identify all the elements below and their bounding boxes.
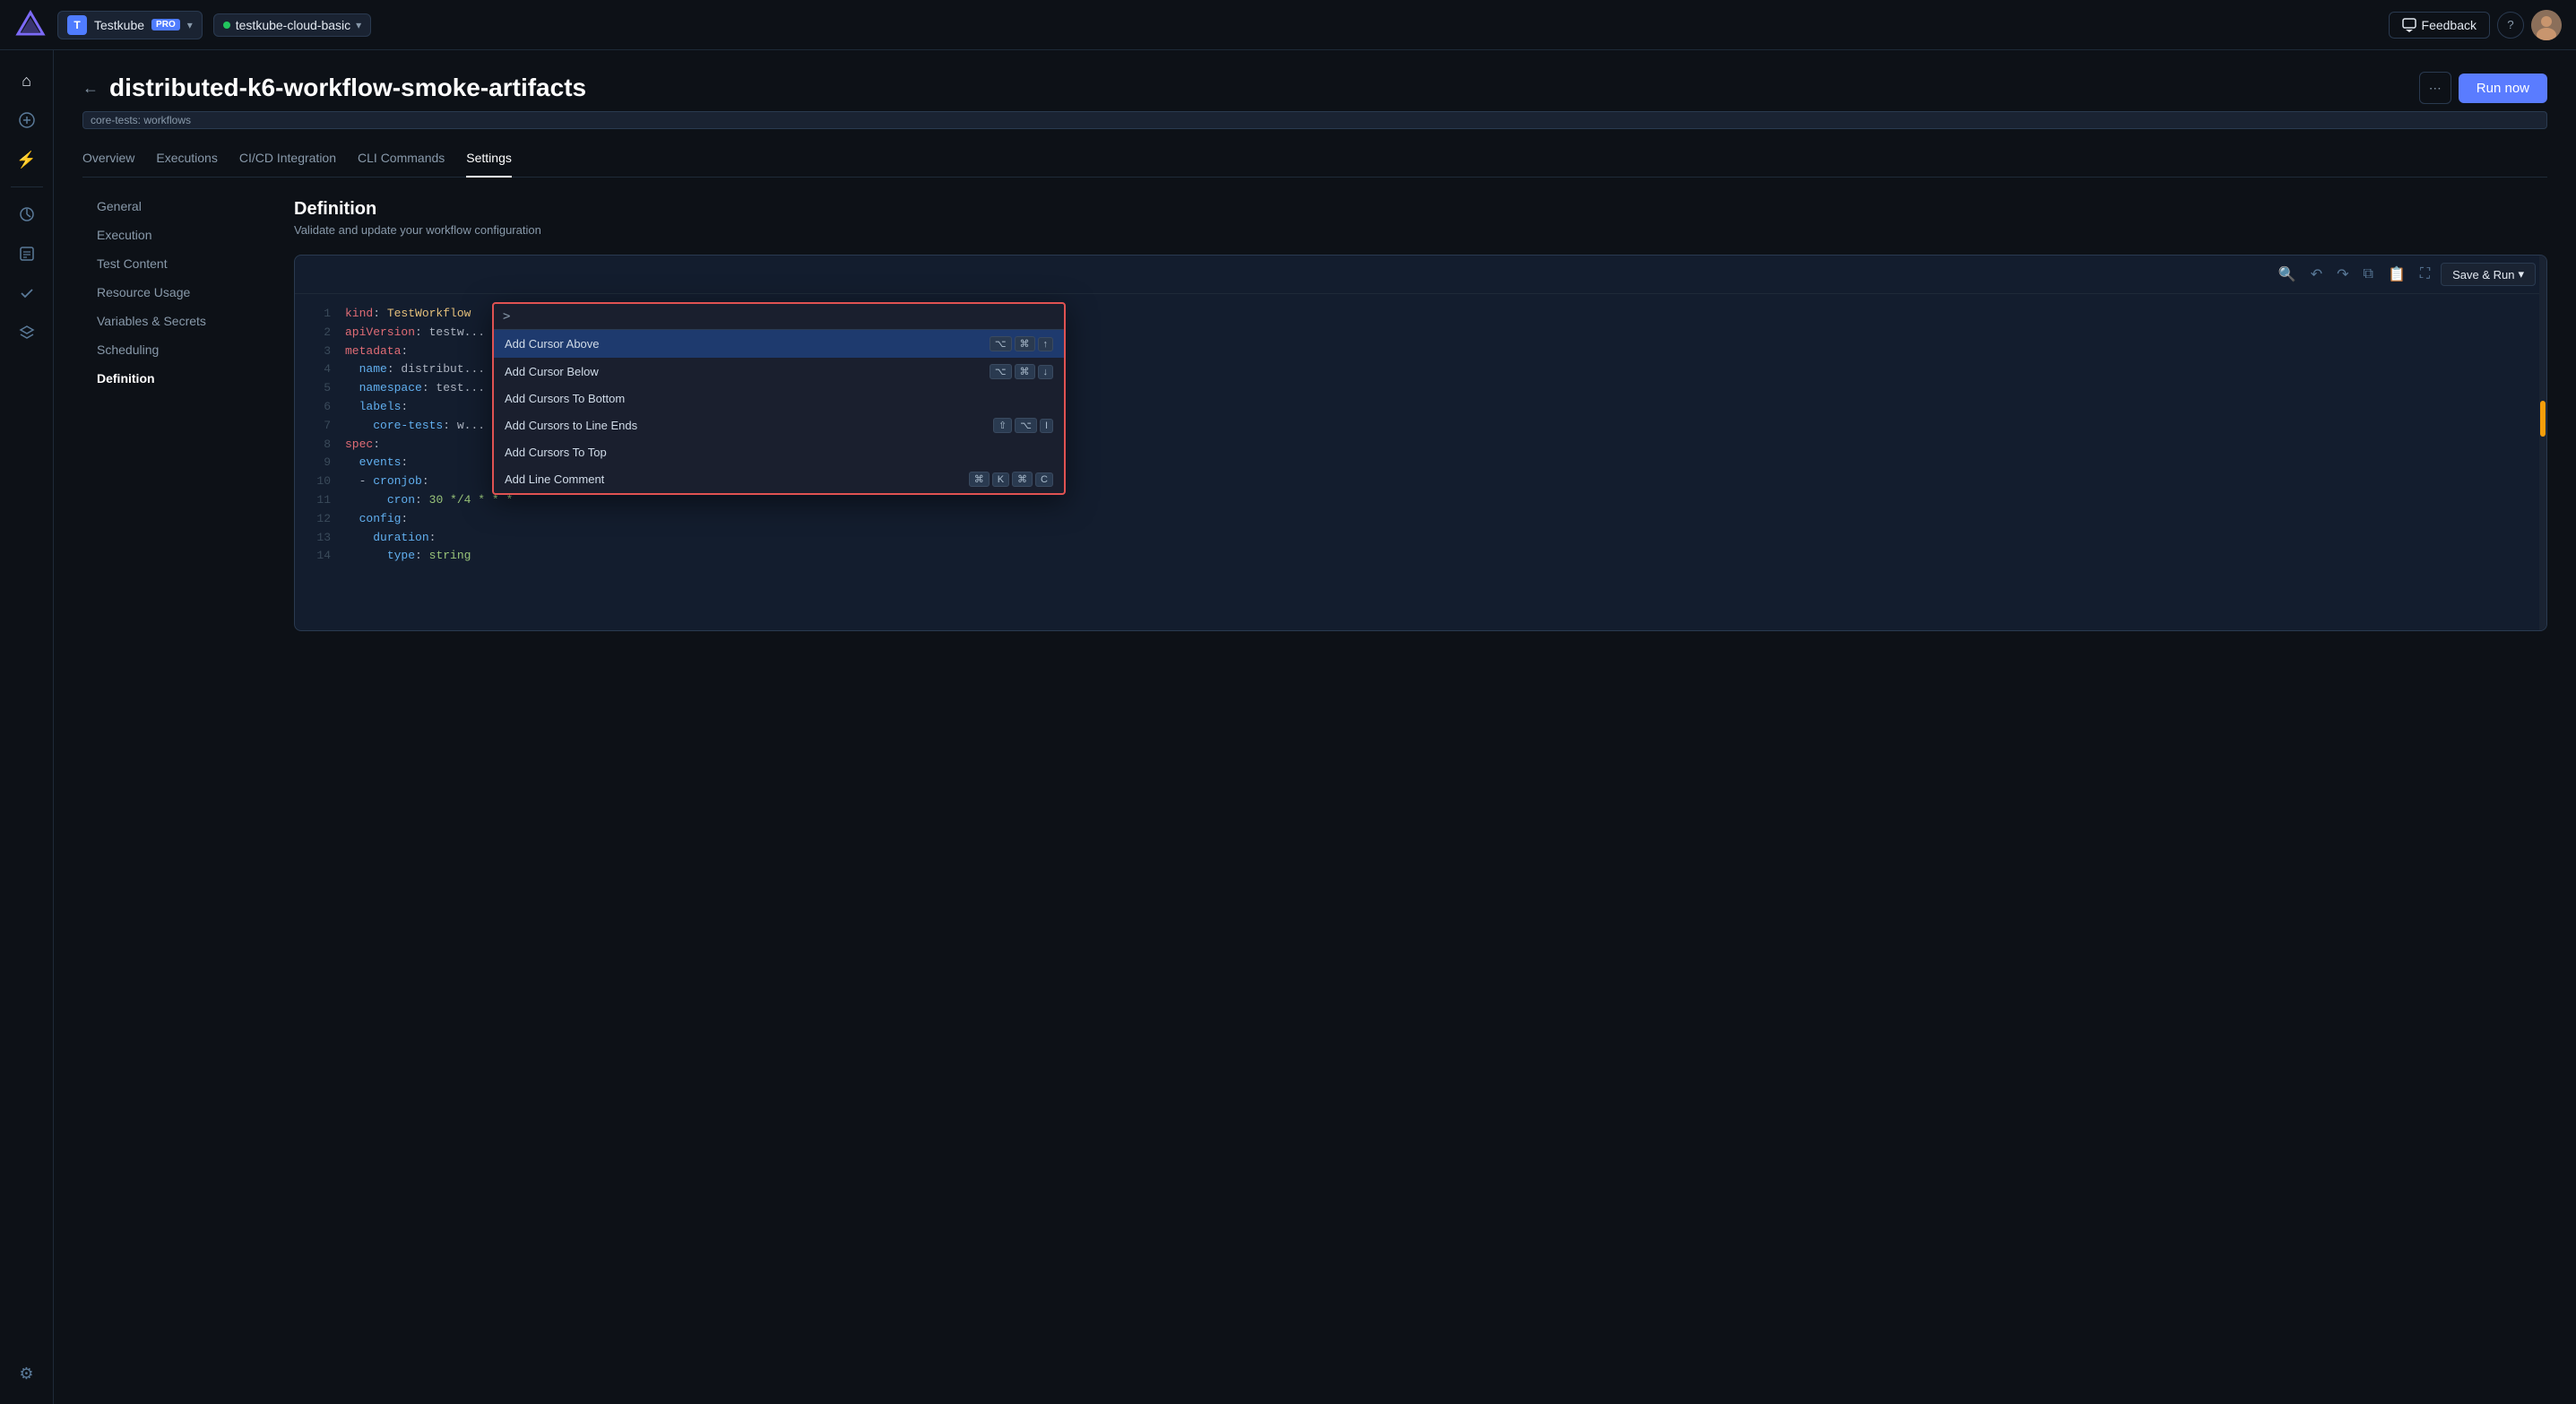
sidebar: ⌂ ⚡ ⚙: [0, 50, 54, 1404]
settings-nav-test-content[interactable]: Test Content: [82, 249, 280, 278]
command-item-add-cursor-below[interactable]: Add Cursor Below ⌥⌘↓: [494, 358, 1064, 386]
sidebar-item-add-test[interactable]: [11, 104, 43, 136]
page-header: ← distributed-k6-workflow-smoke-artifact…: [82, 72, 2547, 104]
environment-button[interactable]: testkube-cloud-basic ▾: [213, 13, 371, 37]
tab-cicd[interactable]: CI/CD Integration: [239, 143, 336, 178]
tab-overview[interactable]: Overview: [82, 143, 134, 178]
tab-cli[interactable]: CLI Commands: [358, 143, 445, 178]
command-item-add-cursors-bottom[interactable]: Add Cursors To Bottom: [494, 386, 1064, 412]
editor-container: 🔍 ↶ ↷ ⧉ 📋 ⛶ Save & Run ▾: [294, 255, 2547, 631]
workspace-button[interactable]: T Testkube PRO ▾: [57, 11, 203, 39]
expand-icon[interactable]: ⛶: [2416, 264, 2433, 284]
command-item-add-cursors-top[interactable]: Add Cursors To Top: [494, 439, 1064, 465]
feedback-icon: [2402, 18, 2416, 32]
workspace-name: Testkube: [94, 18, 144, 32]
content-area: ← distributed-k6-workflow-smoke-artifact…: [54, 50, 2576, 1404]
env-name: testkube-cloud-basic: [236, 18, 350, 32]
main-layout: ⌂ ⚡ ⚙ ← distributed-k6-workflow-smoke-ar…: [0, 50, 2576, 1404]
tabs-bar: Overview Executions CI/CD Integration CL…: [82, 143, 2547, 178]
scrollbar-thumb: [2540, 401, 2546, 437]
run-now-button[interactable]: Run now: [2459, 74, 2547, 103]
pro-badge: PRO: [151, 19, 180, 30]
env-status-dot: [223, 22, 230, 29]
sidebar-item-checks[interactable]: [11, 277, 43, 309]
chevron-down-icon: ▾: [356, 19, 361, 31]
command-palette-input[interactable]: [515, 309, 1055, 324]
settings-nav-general[interactable]: General: [82, 192, 280, 221]
undo-icon[interactable]: ↶: [2307, 264, 2326, 285]
sidebar-item-analytics[interactable]: [11, 198, 43, 230]
tab-executions[interactable]: Executions: [156, 143, 217, 178]
editor-scrollbar[interactable]: [2539, 256, 2546, 630]
editor-toolbar: 🔍 ↶ ↷ ⧉ 📋 ⛶ Save & Run ▾: [295, 256, 2546, 294]
back-button[interactable]: ←: [82, 79, 99, 98]
settings-nav-variables-secrets[interactable]: Variables & Secrets: [82, 307, 280, 335]
command-item-add-cursor-above[interactable]: Add Cursor Above ⌥⌘↑: [494, 330, 1064, 358]
workspace-avatar: T: [67, 15, 87, 35]
copy-icon[interactable]: ⧉: [2360, 264, 2377, 284]
command-item-add-cursors-line-ends[interactable]: Add Cursors to Line Ends ⇧⌥I: [494, 412, 1064, 439]
sidebar-item-reports[interactable]: [11, 238, 43, 270]
page-title: distributed-k6-workflow-smoke-artifacts: [109, 74, 2419, 102]
tag-badge: core-tests: workflows: [82, 111, 2547, 129]
sidebar-item-layers[interactable]: [11, 316, 43, 349]
tab-settings[interactable]: Settings: [466, 143, 512, 178]
search-icon[interactable]: 🔍: [2275, 264, 2300, 285]
more-options-button[interactable]: ⋯: [2419, 72, 2451, 104]
command-prompt-symbol: >: [503, 309, 510, 324]
settings-nav-definition[interactable]: Definition: [82, 364, 280, 393]
sidebar-item-settings[interactable]: ⚙: [11, 1357, 43, 1390]
command-input-row: >: [494, 304, 1064, 330]
settings-content: Definition Validate and update your work…: [280, 178, 2547, 1404]
settings-sidebar: General Execution Test Content Resource …: [82, 178, 280, 1404]
settings-nav-resource-usage[interactable]: Resource Usage: [82, 278, 280, 307]
chevron-down-icon: ▾: [187, 19, 193, 31]
settings-nav-execution[interactable]: Execution: [82, 221, 280, 249]
sidebar-item-home[interactable]: ⌂: [11, 65, 43, 97]
command-palette: > Add Cursor Above ⌥⌘↑ Add Cursor Below: [492, 302, 1066, 495]
logo-icon: [14, 9, 47, 41]
sidebar-item-triggers[interactable]: ⚡: [11, 143, 43, 176]
help-button[interactable]: ?: [2497, 12, 2524, 39]
command-item-add-line-comment[interactable]: Add Line Comment ⌘K⌘C: [494, 465, 1064, 493]
chevron-down-icon: ▾: [2518, 267, 2524, 282]
paste-icon[interactable]: 📋: [2384, 264, 2409, 285]
feedback-button[interactable]: Feedback: [2389, 12, 2490, 39]
user-avatar[interactable]: [2531, 10, 2562, 40]
line-numbers: 1234 5678 9101112 1314: [295, 294, 338, 576]
topnav: T Testkube PRO ▾ testkube-cloud-basic ▾ …: [0, 0, 2576, 50]
settings-nav-scheduling[interactable]: Scheduling: [82, 335, 280, 364]
settings-layout: General Execution Test Content Resource …: [82, 178, 2547, 1404]
redo-icon[interactable]: ↷: [2333, 264, 2352, 285]
section-subtitle: Validate and update your workflow config…: [294, 223, 2547, 237]
save-run-button[interactable]: Save & Run ▾: [2441, 263, 2536, 286]
section-title: Definition: [294, 199, 2547, 220]
